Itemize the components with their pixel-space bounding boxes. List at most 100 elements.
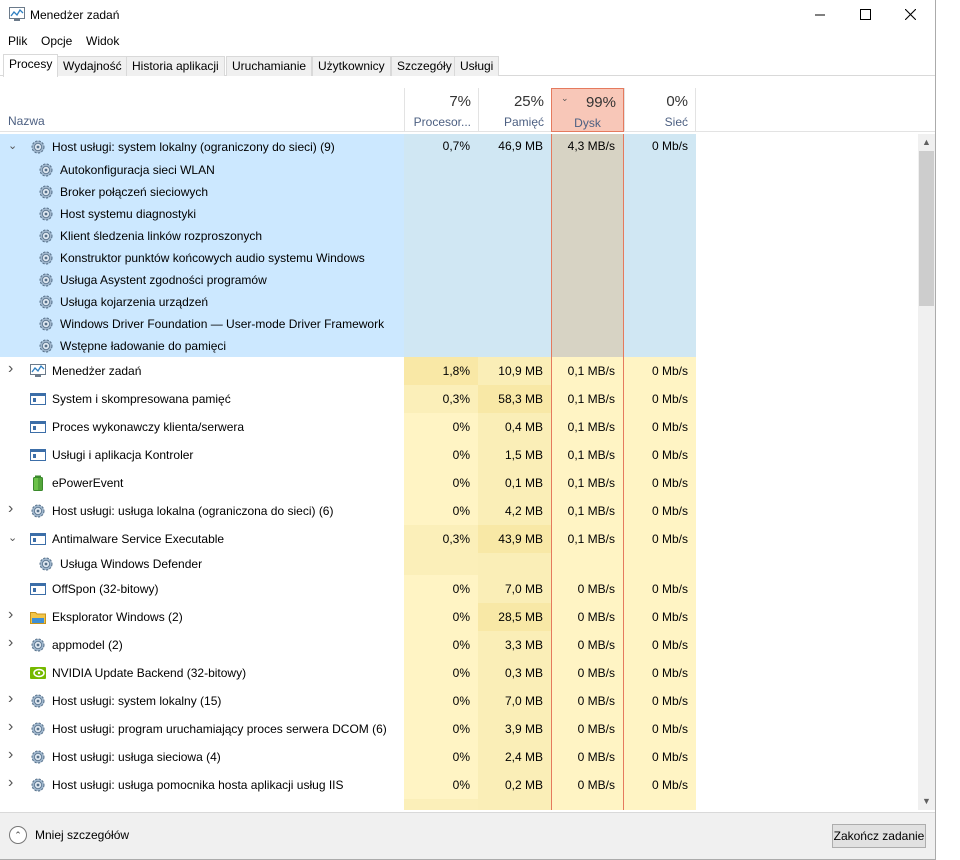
process-child-row[interactable]: Klient śledzenia linków rozproszonych [0,225,917,247]
chevron-down-icon[interactable]: ⌄ [8,531,17,544]
process-row[interactable]: System i skompresowana pamięć 0,3% 58,3 MB… [0,385,917,413]
chevron-right-icon[interactable]: › [8,360,13,378]
process-row[interactable]: › Eksplorator Windows (2) 0% 28,5 MB 0 MB/s 0… [0,603,917,631]
chevron-down-icon[interactable]: ⌄ [8,139,17,152]
process-child-row[interactable]: Wstępne ładowanie do pamięci [0,335,917,357]
chevron-right-icon[interactable]: › [8,634,13,652]
maximize-button[interactable] [843,0,889,30]
net-value: 0 Mb/s [651,750,688,764]
disk-value: 0 MB/s [577,722,615,736]
process-name: Wstępne ładowanie do pamięci [60,339,227,353]
cpu-cell [404,247,478,269]
row-filler [696,269,917,291]
cpu-cell: 0% [404,687,478,715]
process-row[interactable]: OffSpon (32-bitowy) 0% 7,0 MB 0 MB/s 0 Mb/s [0,575,917,603]
disk-cell: 0 MB/s [551,659,624,687]
scroll-up-icon[interactable]: ▲ [918,134,935,151]
scroll-thumb[interactable] [919,151,934,306]
less-details-link[interactable]: Mniej szczegółów [35,828,129,842]
process-row[interactable]: › Host usługi: program uruchamiający proc… [0,715,917,743]
name-cell: Klient śledzenia linków rozproszonych [0,225,404,247]
cpu-cell: 0% [404,743,478,771]
minimize-button[interactable] [798,0,844,30]
tab-performance[interactable]: Wydajność [57,56,128,76]
process-row[interactable]: › Menedżer zadań 1,8% 10,9 MB 0,1 MB/s 0 Mb/s [0,357,917,385]
column-cpu[interactable]: 7% Procesor... [404,88,478,132]
tab-users[interactable]: Użytkownicy [312,56,391,76]
net-cell: 0 Mb/s [624,469,696,497]
menu-view[interactable]: Widok [86,34,119,48]
cpu-cell: 0% [404,631,478,659]
cpu-cell [404,203,478,225]
process-child-row[interactable]: Host systemu diagnostyki [0,203,917,225]
close-button[interactable] [888,0,934,30]
mem-cell: 1,5 MB [478,441,551,469]
net-cell: 0 Mb/s [624,659,696,687]
chevron-right-icon[interactable]: › [8,774,13,792]
process-child-row[interactable]: Usługa kojarzenia urządzeń [0,291,917,313]
column-disk[interactable]: ⌄ 99% Dysk [551,88,624,132]
process-name: Host usługi: program uruchamiający proce… [52,722,387,736]
chevron-right-icon[interactable]: › [8,500,13,518]
disk-cell: 0,1 MB/s [551,413,624,441]
cpu-value: 0% [452,750,470,764]
net-value: 0 Mb/s [651,504,688,518]
chevron-right-icon[interactable]: › [8,690,13,708]
disk-cell [551,159,624,181]
process-row[interactable]: ⌄ Antimalware Service Executable 0,3% 43,9 … [0,525,917,553]
net-cell: 0 Mb/s [624,357,696,385]
mem-value: 0,3 MB [504,666,543,680]
column-memory[interactable]: 25% Pamięć [478,88,551,132]
net-cell [624,247,696,269]
chevron-up-icon[interactable]: ⌃ [9,826,27,844]
menu-file[interactable]: Plik [8,34,27,48]
cpu-total: 7% [449,93,471,110]
tab-processes[interactable]: Procesy [3,54,59,77]
disk-value: 0,1 MB/s [567,364,615,378]
tab-app-history[interactable]: Historia aplikacji [126,56,225,76]
net-cell: 0 Mb/s [624,385,696,413]
mem-cell [478,159,551,181]
process-row[interactable]: › Host usługi: usługa pomocnika hosta apl… [0,771,917,799]
chevron-right-icon[interactable]: › [8,746,13,764]
tab-details[interactable]: Szczegóły [391,56,458,76]
gear-icon [30,139,46,155]
net-cell [624,335,696,357]
process-child-row[interactable]: Broker połączeń sieciowych [0,181,917,203]
process-row[interactable]: › Host usługi: usługa lokalna (ograniczon… [0,497,917,525]
column-network[interactable]: 0% Sieć [624,88,696,132]
tab-services[interactable]: Usługi [454,56,500,76]
mem-cell: 28,5 MB [478,603,551,631]
process-child-row[interactable]: Autokonfiguracja sieci WLAN [0,159,917,181]
process-child-row[interactable]: Konstruktor punktów końcowych audio syst… [0,247,917,269]
scroll-down-icon[interactable]: ▼ [918,793,935,810]
net-cell: 0 Mb/s [624,441,696,469]
process-child-row[interactable]: Windows Driver Foundation — User-mode Dr… [0,313,917,335]
gear-icon [30,777,46,793]
process-row[interactable]: Proces wykonawczy klienta/serwera 0% 0,4 M… [0,413,917,441]
menu-options[interactable]: Opcje [41,34,72,48]
tab-startup[interactable]: Uruchamianie [226,56,313,76]
process-row[interactable]: › Host usługi: system lokalny (15) 0% 7,0 M… [0,687,917,715]
process-row[interactable]: › Host usługi: usługa sieciowa (4) 0% 2,4 M… [0,743,917,771]
net-cell: 0 Mb/s [624,575,696,603]
name-cell: › Host usługi: usługa sieciowa (4) [0,743,404,771]
column-name[interactable]: Nazwa [8,114,45,128]
process-row[interactable]: Usługi i aplikacja Kontroler 0% 1,5 MB 0,1 … [0,441,917,469]
gear-icon [38,294,54,310]
process-name: Proces wykonawczy klienta/serwera [52,420,245,434]
vertical-scrollbar[interactable]: ▲ ▼ [918,134,935,810]
chevron-right-icon[interactable]: › [8,606,13,624]
process-row[interactable]: ⌄ Host usługi: system lokalny (ograniczon… [0,134,917,159]
process-row[interactable]: NVIDIA Update Backend (32-bitowy) 0% 0,3 M… [0,659,917,687]
chevron-right-icon[interactable]: › [8,718,13,736]
process-child-row[interactable]: Usługa Asystent zgodności programów [0,269,917,291]
end-task-button[interactable]: Zakończ zadanie [832,824,926,848]
net-cell: 0 Mb/s [624,743,696,771]
mem-cell: 0,2 MB [478,771,551,799]
process-row[interactable]: › appmodel (2) 0% 3,3 MB 0 MB/s 0 Mb/s [0,631,917,659]
disk-value: 0 MB/s [577,750,615,764]
process-row[interactable]: ePowerEvent 0% 0,1 MB 0,1 MB/s 0 Mb/s [0,469,917,497]
process-name: Antimalware Service Executable [52,532,225,546]
process-child-row[interactable]: Usługa Windows Defender [0,553,917,575]
